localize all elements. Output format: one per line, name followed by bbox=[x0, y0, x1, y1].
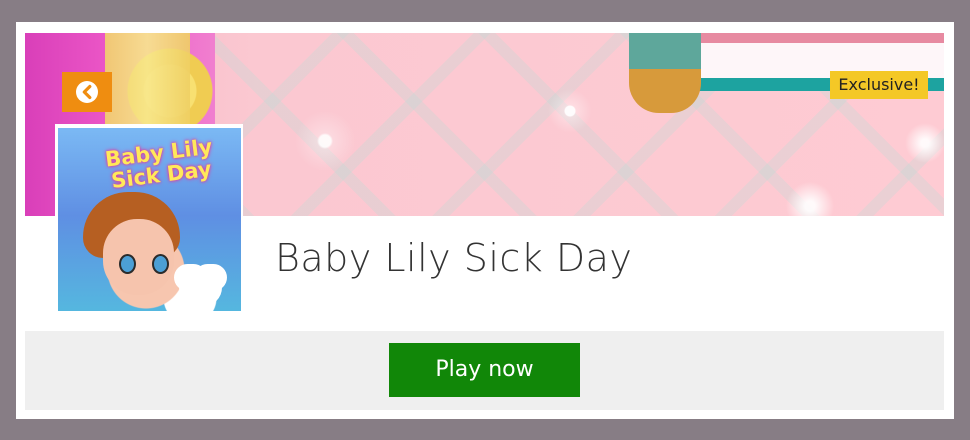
game-title: Baby Lily Sick Day bbox=[275, 236, 633, 280]
thumbnail-left-eye bbox=[119, 254, 136, 274]
exclusive-badge: Exclusive! bbox=[830, 71, 928, 99]
thumbnail-right-eye bbox=[152, 254, 169, 274]
thumbnail-teddy-bear bbox=[179, 269, 222, 306]
back-button[interactable] bbox=[62, 72, 112, 112]
game-thumbnail: Baby Lily Sick Day bbox=[58, 128, 241, 311]
game-card: Exclusive! Baby Lily Sick Day Baby Lily … bbox=[16, 22, 954, 419]
chevron-left-icon bbox=[74, 79, 100, 105]
banner-curtain bbox=[629, 33, 701, 113]
thumbnail-title: Baby Lily Sick Day bbox=[103, 134, 214, 193]
play-now-button[interactable]: Play now bbox=[389, 343, 580, 397]
play-bar: Play now bbox=[25, 331, 944, 410]
